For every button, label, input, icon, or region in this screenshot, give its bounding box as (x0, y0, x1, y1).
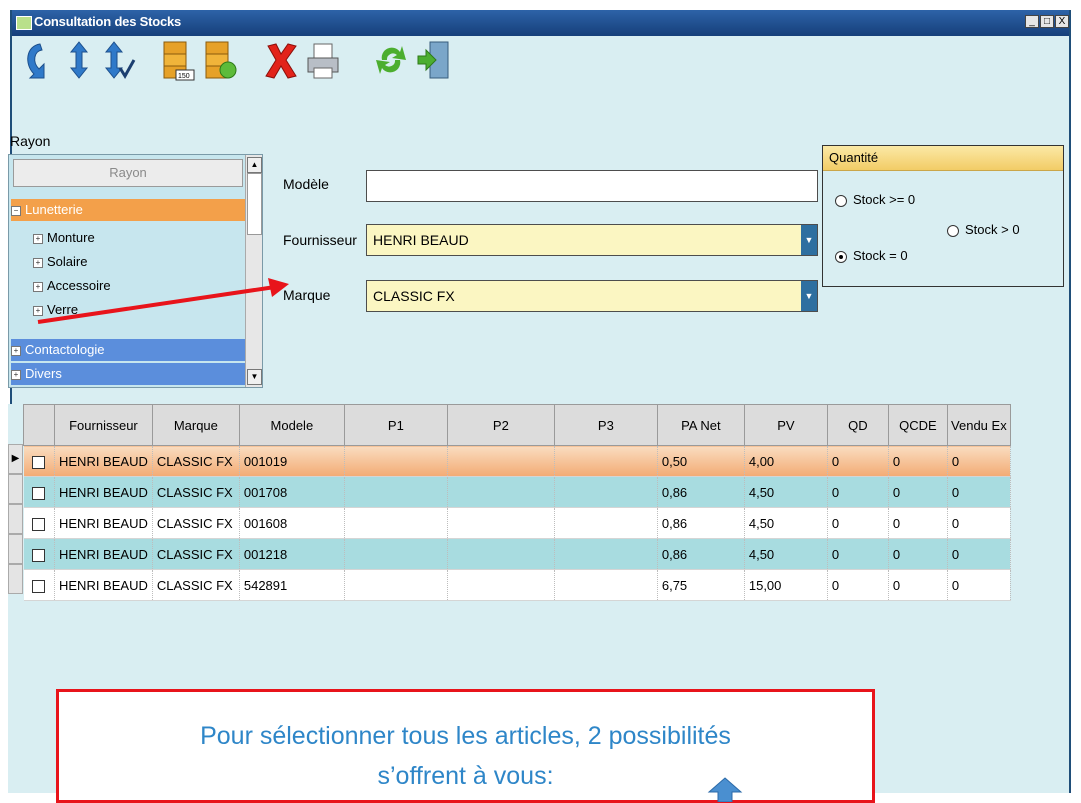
callout-line-2: s’offrent à vous: (377, 762, 554, 790)
up-arrow-icon (707, 777, 743, 802)
annotation-arrow (37, 278, 289, 324)
annotation-callout: Pour sélectionner tous les articles, 2 p… (56, 689, 875, 803)
callout-line-1: Pour sélectionner tous les articles, 2 p… (200, 722, 731, 750)
